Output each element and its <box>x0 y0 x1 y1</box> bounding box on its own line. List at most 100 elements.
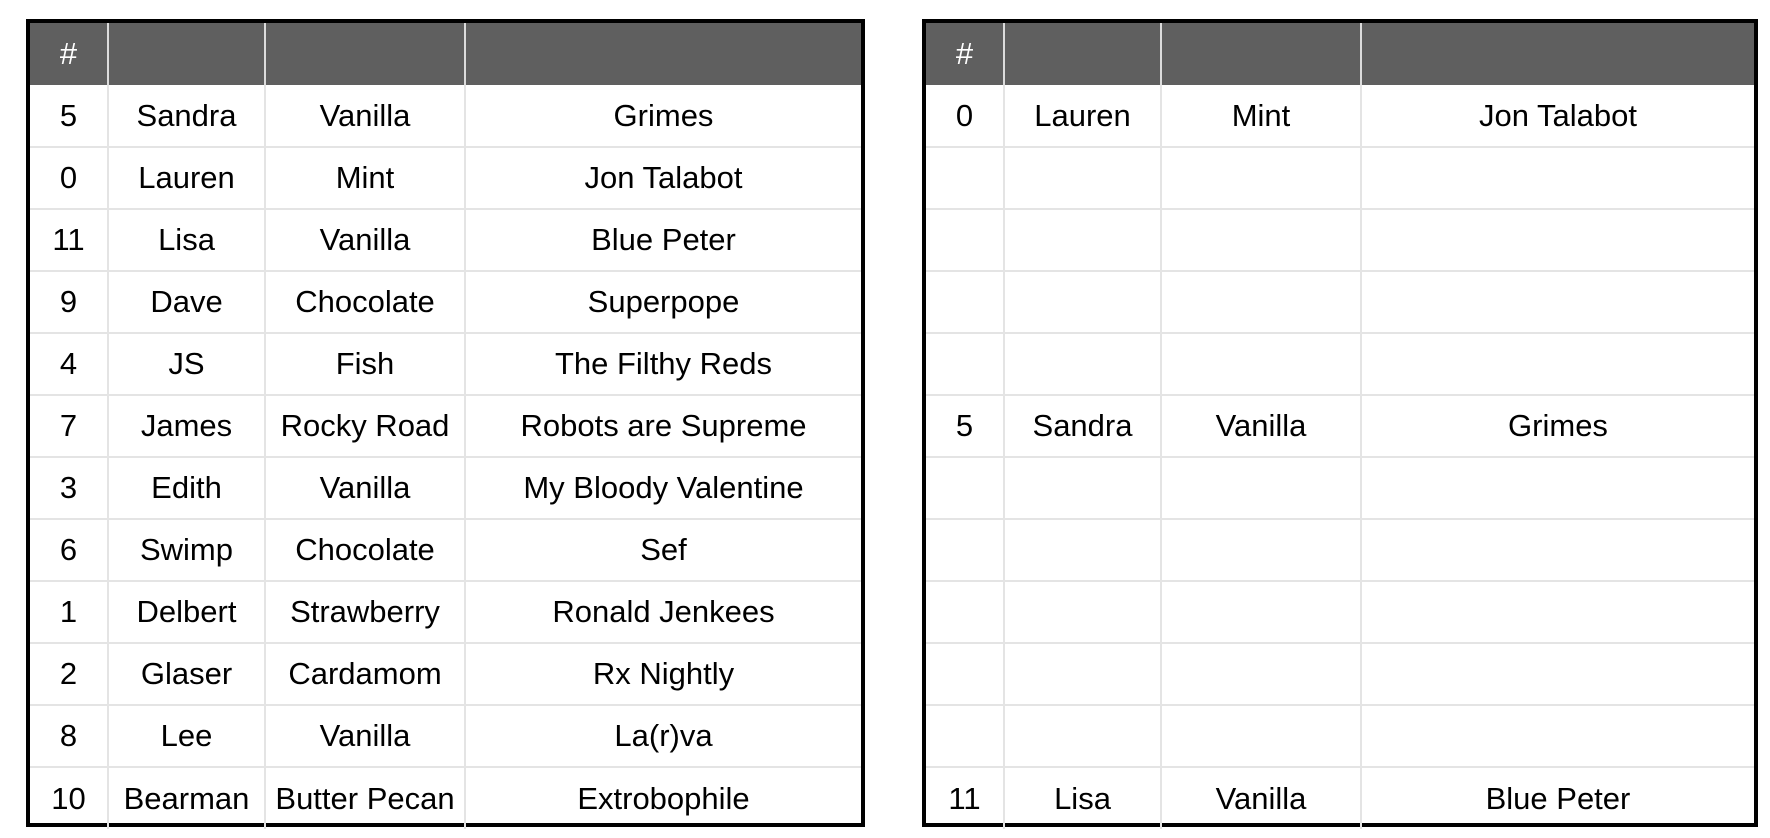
left-table-cell: 8 <box>30 704 108 767</box>
right-table-cell <box>1360 208 1754 271</box>
left-table-row: 8 Lee Vanilla La(r)va <box>30 704 861 767</box>
right-table-cell: 11 <box>926 766 1004 829</box>
right-table-cell <box>926 146 1004 209</box>
left-header-col-3 <box>264 23 465 85</box>
left-table-cell: Fish <box>264 332 465 395</box>
right-table-cell <box>926 518 1004 581</box>
left-table-cell: Bearman <box>107 766 265 829</box>
left-table-row: 7 James Rocky Road Robots are Supreme <box>30 394 861 457</box>
left-table-cell: Vanilla <box>264 704 465 767</box>
left-table-cell: Grimes <box>464 85 861 147</box>
right-header-col-4 <box>1360 23 1754 85</box>
left-table: # 5 Sandra Vanilla Grimes 0 Lauren Mint Jon Tal… <box>30 23 861 829</box>
right-table-cell: Mint <box>1160 85 1361 147</box>
right-table-cell <box>1360 518 1754 581</box>
right-table-cell: Vanilla <box>1160 766 1361 829</box>
right-table-cell <box>1003 208 1161 271</box>
right-table-row <box>926 332 1754 395</box>
left-table-row: 11 Lisa Vanilla Blue Peter <box>30 208 861 271</box>
right-table-cell <box>926 270 1004 333</box>
right-table-row: 5 Sandra Vanilla Grimes <box>926 394 1754 457</box>
left-table-header-row: # <box>30 23 861 85</box>
right-header-index: # <box>926 23 1004 85</box>
right-table-cell: Lisa <box>1003 766 1161 829</box>
left-table-cell: Lauren <box>107 146 265 209</box>
left-table-cell: 0 <box>30 146 108 209</box>
right-table-cell <box>1360 456 1754 519</box>
right-table-cell <box>1160 270 1361 333</box>
right-table-cell <box>926 208 1004 271</box>
right-table-row: 11 Lisa Vanilla Blue Peter <box>926 766 1754 829</box>
left-table-cell: 10 <box>30 766 108 829</box>
left-table-cell: Butter Pecan <box>264 766 465 829</box>
right-table-frame: # 0 Lauren Mint Jon Talabot 5 Sandra Vanilla Gr… <box>922 19 1758 829</box>
right-table-cell <box>1003 146 1161 209</box>
left-table-cell: Vanilla <box>264 208 465 271</box>
left-table-cell: Ronald Jenkees <box>464 580 861 643</box>
right-table-cell: Lauren <box>1003 85 1161 147</box>
right-table-header-row: # <box>926 23 1754 85</box>
left-table-row: 1 Delbert Strawberry Ronald Jenkees <box>30 580 861 643</box>
left-table-cell: 5 <box>59 97 78 133</box>
right-table-row: 0 Lauren Mint Jon Talabot <box>926 85 1754 147</box>
left-table-cell: Extrobophile <box>464 766 861 829</box>
left-table-cell: Sandra <box>107 85 265 147</box>
right-header-col-3 <box>1160 23 1361 85</box>
right-table-cell: Sandra <box>1003 394 1161 457</box>
left-table-cell: 3 <box>30 456 108 519</box>
right-table-cell <box>1360 332 1754 395</box>
left-table-cell: Jon Talabot <box>464 146 861 209</box>
right-table-cell <box>1160 332 1361 395</box>
left-table-cell: Vanilla <box>264 456 465 519</box>
right-table-cell <box>1160 208 1361 271</box>
right-table-cell: Blue Peter <box>1360 766 1754 829</box>
right-table-row <box>926 270 1754 333</box>
left-table-cell: Rocky Road <box>264 394 465 457</box>
left-table-row: 6 Swimp Chocolate Sef <box>30 518 861 581</box>
left-table-cell: Sef <box>464 518 861 581</box>
right-table-cell <box>1003 456 1161 519</box>
left-table-cell: Vanilla <box>264 85 465 147</box>
left-table-cell: Lee <box>107 704 265 767</box>
right-table-body: 0 Lauren Mint Jon Talabot 5 Sandra Vanilla Grim… <box>926 85 1754 829</box>
left-table-cell: Lisa <box>107 208 265 271</box>
left-table-cell: My Bloody Valentine <box>464 456 861 519</box>
left-table-cell: 2 <box>30 642 108 705</box>
right-table-row <box>926 208 1754 271</box>
left-table-cell: Edith <box>107 456 265 519</box>
right-table-cell: Vanilla <box>1160 394 1361 457</box>
right-table-cell <box>1003 518 1161 581</box>
left-table-cell: Strawberry <box>264 580 465 643</box>
right-table-cell <box>1360 270 1754 333</box>
right-table-cell <box>1003 642 1161 705</box>
right-table-cell: 0 <box>955 97 974 133</box>
right-table-cell: Jon Talabot <box>1360 85 1754 147</box>
right-header-col-2 <box>1003 23 1161 85</box>
right-table-cell <box>926 332 1004 395</box>
right-table-cell <box>926 456 1004 519</box>
right-table-cell <box>926 580 1004 643</box>
left-table-row: 3 Edith Vanilla My Bloody Valentine <box>30 456 861 519</box>
right-table-cell <box>1160 580 1361 643</box>
right-table-row <box>926 580 1754 643</box>
right-table-cell: Grimes <box>1360 394 1754 457</box>
left-table-cell: James <box>107 394 265 457</box>
left-table-cell: Chocolate <box>264 270 465 333</box>
right-table-cell <box>1003 332 1161 395</box>
right-table-row <box>926 704 1754 767</box>
left-table-cell: Dave <box>107 270 265 333</box>
left-table-cell: Robots are Supreme <box>464 394 861 457</box>
left-table-cell: JS <box>107 332 265 395</box>
left-table-body: 5 Sandra Vanilla Grimes 0 Lauren Mint Jon Talab… <box>30 85 861 829</box>
right-table-cell <box>1160 146 1361 209</box>
left-header-col-4 <box>464 23 861 85</box>
left-table-cell: Rx Nightly <box>464 642 861 705</box>
right-table-row <box>926 146 1754 209</box>
right-table-cell <box>1160 518 1361 581</box>
left-table-row: 9 Dave Chocolate Superpope <box>30 270 861 333</box>
left-table-frame: # 5 Sandra Vanilla Grimes 0 Lauren Mint Jon Tal… <box>26 19 865 829</box>
left-table-cell: 11 <box>30 208 108 271</box>
right-table-row <box>926 518 1754 581</box>
right-table-cell <box>926 704 1004 767</box>
right-table-cell <box>1360 146 1754 209</box>
